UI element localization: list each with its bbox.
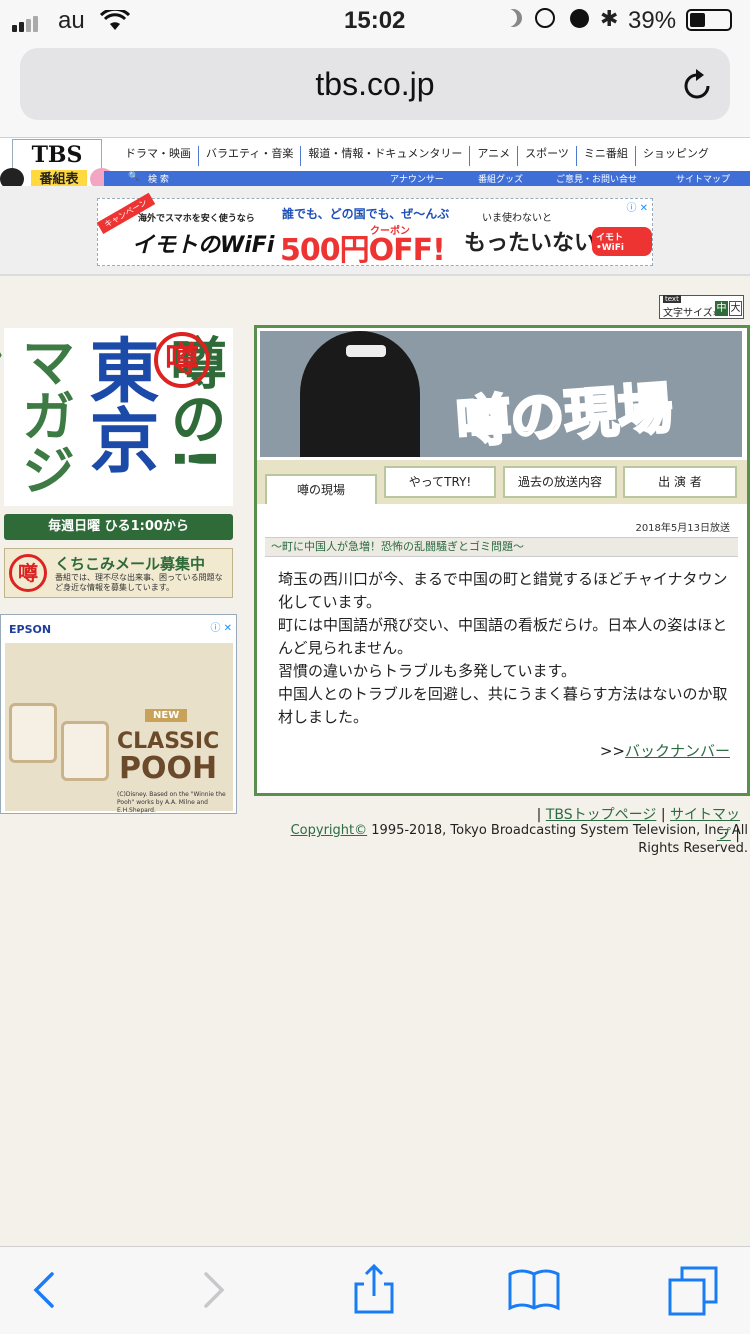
footer-link-top[interactable]: TBSトップページ (546, 807, 657, 823)
show-title-magazine: マガジン (0, 334, 75, 496)
show-logo[interactable]: マガジン 東京 噂の! 噂 (0, 328, 233, 506)
tab-try[interactable]: やってTRY! (384, 466, 496, 498)
forward-icon[interactable] (186, 1262, 242, 1318)
watch-image (9, 703, 57, 763)
show-title-tokyo: 東京 (78, 334, 160, 474)
status-bar: au 15:02 ✱ 39% (0, 0, 750, 40)
search-icon[interactable]: 🔍 (128, 172, 139, 182)
copyright: Copyright© 1995-2018, Tokyo Broadcasting… (270, 822, 748, 858)
mail-recruit-banner[interactable]: 噂 くちこみメール募集中 番組では、理不尽な出来事、困っている問題など身近な情報… (4, 548, 233, 598)
article-paragraph: 習慣の違いからトラブルも多発しています。 (278, 662, 577, 680)
ad-brand: イモトのWiFi (132, 233, 275, 258)
logo-text: TBS (31, 142, 83, 168)
nav-drama[interactable]: ドラマ・映画 (118, 146, 199, 166)
banner-title: 噂の現場 (453, 375, 676, 456)
ad-line1: 海外でスマホを安く使うなら (138, 214, 255, 224)
ad-badge: イモト•WiFi (592, 227, 652, 256)
article-paragraph: 埼玉の西川口が今、まるで中国の町と錯覚するほどチャイナタウン化しています。 (278, 570, 728, 611)
ad-banner[interactable]: キャンペーン 海外でスマホを安く使うなら イモトのWiFi 誰でも、どの国でも、… (96, 192, 653, 268)
back-number-prefix: >> (599, 742, 625, 760)
epson-logo: EPSON (9, 623, 52, 636)
rotation-lock-icon (535, 8, 555, 28)
tbs-logo[interactable]: TBS 番組表 (12, 139, 102, 191)
broadcast-date: 2018年5月13日放送 (635, 523, 730, 534)
ad-title-line2: POOH (119, 751, 218, 786)
tab-rumor-site[interactable]: 噂の現場 (265, 474, 377, 508)
battery-icon (686, 9, 732, 31)
episode-subtitle: 〜町に中国人が急増！恐怖の乱闘騒ぎとゴミ問題〜 (265, 537, 738, 557)
back-icon[interactable] (20, 1262, 76, 1318)
article-paragraph: 町には中国語が飛び交い、中国語の看板だらけ。日本人の姿はほとんど見られません。 (278, 616, 728, 657)
copyright-text: 1995-2018, Tokyo Broadcasting System Tel… (367, 823, 748, 856)
carrier-label: au (58, 7, 85, 34)
back-number: >>バックナンバー (560, 740, 730, 761)
back-number-link[interactable]: バックナンバー (625, 742, 730, 760)
moon-icon (504, 9, 522, 27)
link-announcer[interactable]: アナウンサー (390, 172, 444, 185)
mail-stamp-icon: 噂 (9, 554, 47, 592)
tab-cast[interactable]: 出 演 者 (623, 466, 737, 498)
nav-shopping[interactable]: ショッピング (636, 146, 716, 166)
ad-right-top: いま使わないと (482, 213, 552, 224)
sunglasses-icon (346, 345, 386, 357)
text-size-medium[interactable]: 中 (715, 301, 728, 316)
share-icon[interactable] (346, 1262, 402, 1318)
genre-nav: ドラマ・映画 バラエティ・音楽 報道・情報・ドキュメンタリー アニメ スポーツ … (118, 146, 716, 166)
epson-ad[interactable]: EPSON ⓘ ✕ NEW CLASSIC POOH (C)Disney. Ba… (0, 614, 237, 814)
ad-new-badge: NEW (145, 709, 188, 722)
tabs-icon[interactable] (666, 1262, 722, 1318)
battery-percent: 39% (628, 7, 677, 34)
wifi-icon (100, 10, 130, 30)
watch-image (61, 721, 109, 781)
ad-credit: (C)Disney. Based on the "Winnie the Pooh… (117, 791, 226, 814)
nav-sports[interactable]: スポーツ (518, 146, 577, 166)
text-size-label: 文字サイズ» (663, 308, 719, 319)
bookmarks-icon[interactable] (506, 1262, 562, 1318)
ad-amount: 500円OFF! (280, 233, 446, 268)
alarm-icon (570, 9, 589, 28)
reload-icon[interactable] (682, 68, 714, 102)
tab-past-broadcasts[interactable]: 過去の放送内容 (503, 466, 617, 498)
text-size-control: text 文字サイズ» 中 大 (659, 295, 744, 319)
article-body: 埼玉の西川口が今、まるで中国の町と錯覚するほどチャイナタウン化しています。 町に… (278, 568, 728, 729)
link-sitemap[interactable]: サイトマップ (676, 172, 730, 185)
rumor-stamp-icon: 噂 (154, 332, 210, 388)
adchoices-icon[interactable]: ⓘ ✕ (626, 199, 648, 214)
bluetooth-icon: ✱ (600, 6, 619, 31)
article-paragraph: 中国人とのトラブルを回避し、共にうまく暮らす方法はないのか取材しました。 (278, 685, 728, 726)
address-bar[interactable]: tbs.co.jp (20, 48, 730, 120)
copyright-link[interactable]: Copyright© (291, 823, 368, 838)
nav-news[interactable]: 報道・情報・ドキュメンタリー (301, 146, 471, 166)
url-text: tbs.co.jp (315, 66, 435, 102)
clock: 15:02 (344, 7, 406, 34)
search-link[interactable]: 検 索 (148, 172, 169, 185)
product-photo: NEW CLASSIC POOH (C)Disney. Based on the… (5, 643, 233, 814)
nav-anime[interactable]: アニメ (470, 146, 519, 166)
text-size-large[interactable]: 大 (729, 301, 742, 316)
link-goods[interactable]: 番組グッズ (478, 172, 523, 185)
text-size-tag: text (663, 295, 681, 303)
adchoices-icon[interactable]: ⓘ ✕ (210, 619, 232, 634)
nav-mini[interactable]: ミニ番組 (577, 146, 636, 166)
mail-title: くちこみメール募集中 (55, 555, 206, 573)
nav-variety[interactable]: バラエティ・音楽 (199, 146, 302, 166)
ad-promo-top: 誰でも、どの国でも、ぜ〜んぶ (282, 207, 450, 221)
segment-banner: 噂の現場 (260, 331, 742, 457)
broadcast-time: 毎週日曜 ひる1:00から (4, 514, 233, 540)
utility-bar: 🔍 検 索 アナウンサー 番組グッズ ご意見・お問い合せ サイトマップ (104, 171, 750, 186)
link-contact[interactable]: ご意見・お問い合せ (556, 172, 637, 185)
mail-body: 番組では、理不尽な出来事、困っている問題など身近な情報を募集しています。 (55, 573, 223, 592)
